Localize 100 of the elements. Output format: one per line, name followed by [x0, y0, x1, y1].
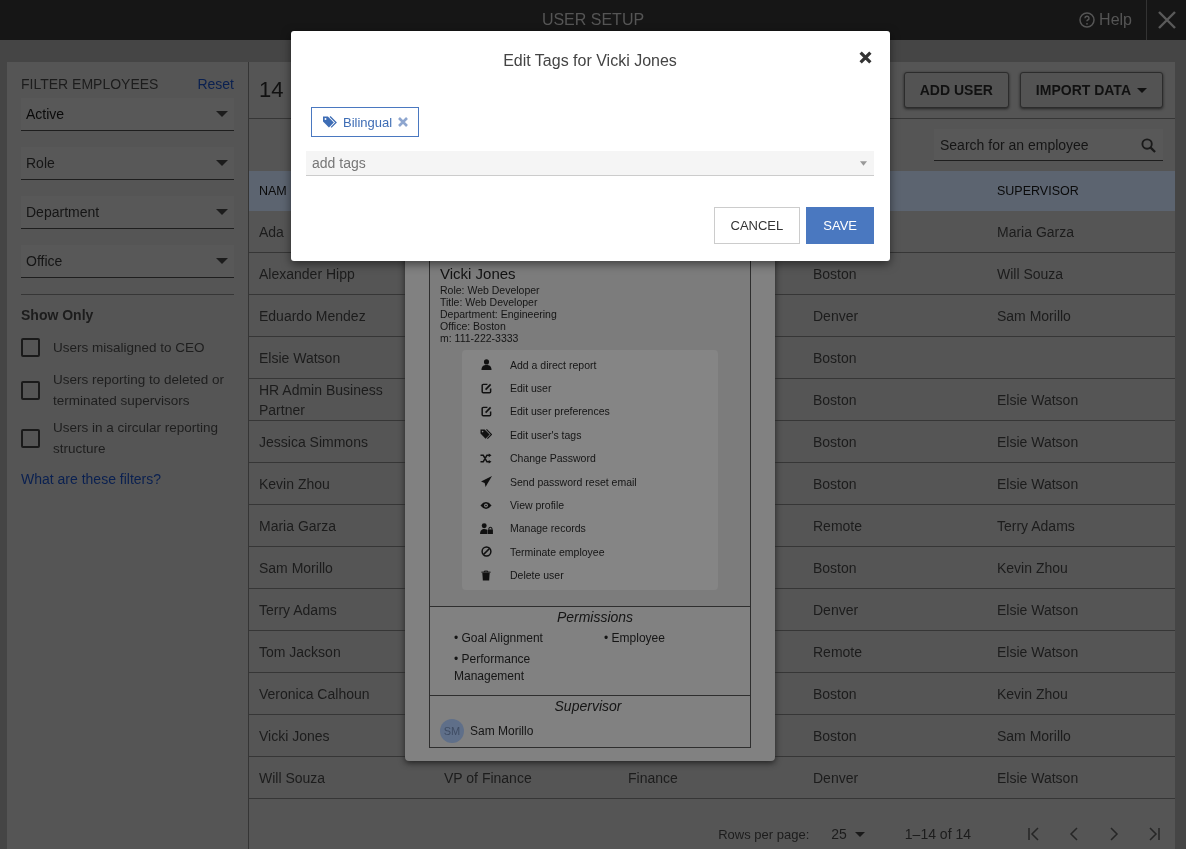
employee-detail: Office: Boston: [440, 320, 507, 332]
table-cell: Sam Morillo: [259, 559, 333, 576]
table-cell: Elsie Watson: [997, 391, 1079, 408]
dialog-title: Edit Tags for Vicki Jones: [503, 52, 677, 70]
edit-icon: [480, 405, 492, 417]
table-cell: Elsie Watson: [997, 475, 1079, 492]
permission-item: • Goal Alignment: [454, 629, 544, 647]
table-cell: Veronica Calhoun: [259, 685, 370, 702]
permission-item: • Performance Management: [454, 650, 532, 685]
menu-item[interactable]: Send password reset email: [462, 469, 718, 494]
employee-detail: Title: Web Developer: [440, 296, 539, 308]
table-cell: Denver: [813, 601, 859, 618]
table-cell: Denver: [813, 769, 859, 786]
eye-icon: [480, 500, 492, 510]
column-header[interactable]: SUPERVISOR: [987, 181, 1175, 201]
checkbox[interactable]: [21, 380, 40, 400]
last-page-icon[interactable]: [1147, 827, 1161, 841]
table-cell: Boston: [813, 559, 857, 576]
caret-icon: [1137, 87, 1147, 93]
search-icon: [1141, 138, 1156, 153]
table-cell: Will Souza: [997, 265, 1064, 282]
menu-item[interactable]: Terminate employee: [462, 540, 718, 564]
caret-icon: [860, 161, 867, 166]
table-cell: Elsie Watson: [259, 349, 341, 366]
table-cell: Ada: [259, 223, 284, 240]
supervisor-name: Sam Morillo: [470, 723, 534, 738]
menu-item[interactable]: View profile: [462, 493, 718, 517]
table-cell: Boston: [813, 265, 857, 282]
page-range: 1–14 of 14: [904, 826, 971, 842]
table-cell: Elsie Watson: [997, 643, 1079, 660]
remove-icon[interactable]: [398, 117, 409, 127]
paper-plane-icon: [480, 476, 492, 488]
tag-icon: [322, 115, 337, 129]
filter-title: FILTER EMPLOYEES: [21, 76, 159, 92]
table-cell: Alexander Hipp: [259, 265, 355, 282]
table-cell: Sam Morillo: [997, 307, 1071, 324]
table-cell: Elsie Watson: [997, 433, 1079, 450]
user-count: 14: [259, 77, 284, 103]
show-only-heading: Show Only: [21, 307, 95, 323]
table-cell: Will Souza: [259, 769, 326, 786]
table-cell: Remote: [813, 643, 863, 660]
next-page-icon[interactable]: [1107, 827, 1121, 841]
person-icon: [480, 359, 492, 371]
caret-icon: [216, 160, 228, 166]
table-cell: Maria Garza: [997, 223, 1075, 240]
caret-icon: [854, 831, 865, 837]
help-icon: [1079, 12, 1096, 28]
table-cell: Kevin Zhou: [259, 475, 330, 492]
shuffle-icon: [480, 452, 492, 464]
menu-item[interactable]: Add a direct report: [462, 353, 718, 377]
table-cell: VP of Finance: [444, 769, 532, 786]
table-cell: Boston: [813, 685, 857, 702]
edit-icon: [480, 382, 492, 394]
menu-item[interactable]: Edit user preferences: [462, 399, 718, 424]
table-cell: Kevin Zhou: [997, 559, 1068, 576]
dialog-button[interactable]: CANCEL: [713, 207, 801, 244]
menu-item[interactable]: Change Password: [462, 446, 718, 470]
menu-item[interactable]: Manage records: [462, 516, 718, 541]
close-icon[interactable]: [859, 51, 872, 64]
dialog-button[interactable]: SAVE: [806, 207, 874, 244]
table-cell: Vicki Jones: [259, 727, 330, 744]
caret-icon: [216, 209, 228, 215]
tag-chip[interactable]: Bilingual: [311, 107, 420, 137]
caret-icon: [216, 258, 228, 264]
trash-icon: [481, 569, 491, 581]
table-cell: Sam Morillo: [997, 727, 1071, 744]
add-tags-field[interactable]: add tags: [306, 151, 874, 176]
table-cell: Remote: [813, 517, 863, 534]
table-cell: Elsie Watson: [997, 769, 1079, 786]
checkbox[interactable]: [21, 337, 40, 357]
checkbox[interactable]: [21, 428, 40, 448]
previous-page-icon[interactable]: [1067, 827, 1081, 841]
table-cell: Boston: [813, 475, 857, 492]
table-cell: Kevin Zhou: [997, 685, 1068, 702]
ban-icon: [480, 546, 492, 558]
table-cell: Boston: [813, 349, 857, 366]
menu-item[interactable]: Edit user's tags: [462, 423, 718, 447]
window-title: USER SETUP: [540, 11, 646, 29]
caret-icon: [216, 111, 228, 117]
employee-detail: m: 111-222-3333: [440, 332, 520, 344]
user-lock-icon: [479, 522, 493, 534]
table-cell: Terry Adams: [997, 517, 1075, 534]
table-cell: Elsie Watson: [997, 601, 1079, 618]
table-cell: Boston: [813, 727, 857, 744]
first-page-icon[interactable]: [1027, 827, 1041, 841]
table-cell: Eduardo Mendez: [259, 307, 366, 324]
table-cell: Denver: [813, 307, 859, 324]
table-cell: Finance: [628, 769, 678, 786]
menu-item[interactable]: Edit user: [462, 376, 718, 400]
permission-item: • Employee: [604, 629, 666, 647]
employee-detail: Department: Engineering: [440, 308, 558, 320]
employee-detail: Role: Web Developer: [440, 284, 541, 296]
table-cell: Boston: [813, 391, 857, 408]
table-cell: Maria Garza: [259, 517, 337, 534]
permissions-heading: Permissions: [556, 608, 634, 625]
rows-per-page-label: Rows per page:: [718, 826, 810, 842]
table-cell: Terry Adams: [259, 601, 337, 618]
table-cell: Boston: [813, 433, 857, 450]
supervisor-heading: Supervisor: [554, 697, 622, 714]
menu-item[interactable]: Delete user: [462, 563, 718, 587]
